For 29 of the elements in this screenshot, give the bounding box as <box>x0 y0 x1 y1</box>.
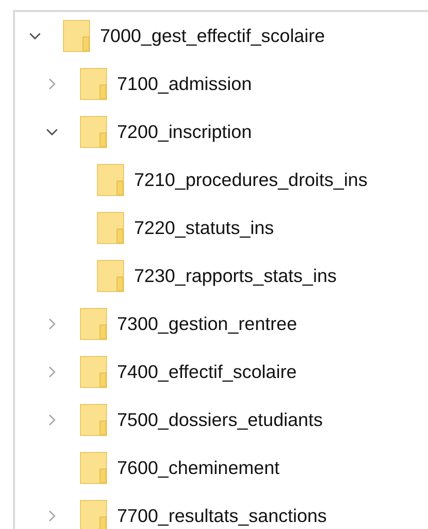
folder-icon <box>63 20 90 52</box>
chevron-right-icon[interactable] <box>46 78 58 90</box>
folder-name[interactable]: 7300_gestion_rentree <box>117 313 298 335</box>
chevron-down-icon[interactable] <box>46 126 58 138</box>
folder-icon <box>80 404 107 436</box>
folder-icon <box>80 308 107 340</box>
folder-icon <box>97 164 124 196</box>
chevron-right-icon[interactable] <box>46 414 58 426</box>
folder-icon <box>97 260 124 292</box>
folder-name[interactable]: 7210_procedures_droits_ins <box>134 169 368 191</box>
folder-name[interactable]: 7400_effectif_scolaire <box>117 361 297 383</box>
folder-icon <box>80 452 107 484</box>
folder-name[interactable]: 7220_statuts_ins <box>134 217 274 239</box>
folder-icon <box>80 68 107 100</box>
folder-name[interactable]: 7600_cheminement <box>117 457 280 479</box>
folder-name[interactable]: 7230_rapports_stats_ins <box>134 265 337 287</box>
folder-icon <box>80 500 107 529</box>
folder-name[interactable]: 7700_resultats_sanctions <box>117 505 327 527</box>
folder-icon <box>80 116 107 148</box>
chevron-right-icon[interactable] <box>46 366 58 378</box>
folder-name[interactable]: 7200_inscription <box>117 121 252 143</box>
folder-name[interactable]: 7000_gest_effectif_scolaire <box>100 25 325 47</box>
folder-icon <box>97 212 124 244</box>
folder-name[interactable]: 7100_admission <box>117 73 252 95</box>
folder-name[interactable]: 7500_dossiers_etudiants <box>117 409 323 431</box>
chevron-down-icon[interactable] <box>29 30 41 42</box>
chevron-right-icon[interactable] <box>46 510 58 522</box>
folder-icon <box>80 356 107 388</box>
chevron-right-icon[interactable] <box>46 318 58 330</box>
